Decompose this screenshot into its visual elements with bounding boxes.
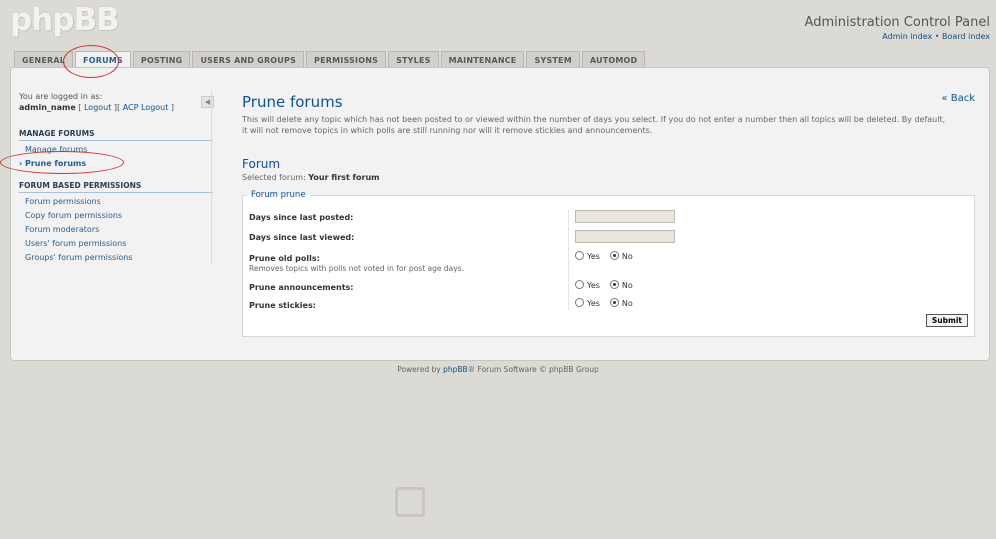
radio-selected-icon [609,298,619,307]
footer: Powered by phpBB® Forum Software © phpBB… [0,365,996,374]
prune-polls-yes[interactable]: Yes [575,251,600,261]
annotation-circle-forums-tab [63,45,119,78]
no-label: No [621,281,633,290]
no-label: No [621,252,633,261]
collapse-sidebar-icon[interactable]: ◀ [201,96,214,108]
radio-icon [575,280,584,289]
footer-copyright: ® Forum Software © phpBB Group [467,365,599,374]
yes-label: Yes [587,281,600,290]
radio-selected-icon [609,280,619,289]
prune-announcements-no[interactable]: No [609,280,633,290]
sidebar-item-forum-permissions[interactable]: Forum permissions [19,193,213,207]
days-viewed-input[interactable] [575,230,675,243]
row-prune-announcements: Prune announcements: Yes No [249,280,968,292]
radio-icon [575,298,584,307]
bullet-separator: • [934,32,940,41]
prune-polls-no[interactable]: No [609,251,633,261]
main-content: Prune forums « Back This will delete any… [242,93,975,337]
sidebar-item-users-forum-permissions[interactable]: Users' forum permissions [19,235,213,249]
yes-label: Yes [587,252,600,261]
annotation-circle-prune-forums [0,151,124,174]
forum-prune-fieldset: Forum prune Days since last posted: Days… [242,190,975,337]
days-posted-input[interactable] [575,210,675,223]
radio-selected-icon [609,251,619,260]
tab-permissions[interactable]: PERMISSIONS [306,51,387,68]
row-prune-polls: Prune old polls: Removes topics with pol… [249,251,968,273]
tab-automod[interactable]: AUTOMOD [581,51,646,68]
menu-heading-manage-forums: MANAGE FORUMS [19,129,213,141]
hostknox-badge-icon [395,487,425,517]
tab-maintenance[interactable]: MAINTENANCE [440,51,525,68]
page-description: This will delete any topic which has not… [242,115,946,135]
no-label: No [621,299,633,308]
row-days-viewed: Days since last viewed: [249,230,968,243]
main-panel: You are logged in as: admin_name [ Logou… [10,67,990,361]
yes-label: Yes [587,299,600,308]
row-days-posted: Days since last posted: [249,210,968,223]
menu-heading-forum-permissions: FORUM BASED PERMISSIONS [19,181,213,193]
prune-announcements-yes[interactable]: Yes [575,280,600,290]
phpbb-link[interactable]: phpBB [443,365,468,374]
row-prune-stickies: Prune stickies: Yes No [249,298,968,310]
sidebar-item-copy-forum-permissions[interactable]: Copy forum permissions [19,207,213,221]
tab-posting[interactable]: POSTING [132,51,191,68]
top-links: Admin index • Board index [882,32,990,41]
fieldset-legend: Forum prune [251,190,306,200]
prune-stickies-no[interactable]: No [609,298,633,308]
sidebar-item-groups-forum-permissions[interactable]: Groups' forum permissions [19,249,213,263]
page-title: Prune forums [242,93,343,111]
radio-icon [575,251,584,260]
sidebar: You are logged in as: admin_name [ Logou… [19,91,213,263]
hostknox-watermark [395,487,437,517]
tab-styles[interactable]: STYLES [388,51,439,68]
phpbb-logo: phpBB [10,2,120,38]
acp-title: Administration Control Panel [804,15,990,30]
selected-forum-label: Selected forum: [242,173,306,182]
back-link[interactable]: « Back [941,93,975,104]
logged-in-label: You are logged in as: [19,92,103,101]
prune-stickies-yes[interactable]: Yes [575,298,600,308]
submit-button[interactable]: Submit [925,314,968,327]
tab-system[interactable]: SYSTEM [526,51,580,68]
tab-users-and-groups[interactable]: USERS AND GROUPS [192,51,305,68]
admin-index-link[interactable]: Admin index [882,32,932,41]
board-index-link[interactable]: Board index [942,32,990,41]
logout-link[interactable]: Logout [84,103,111,112]
sidebar-divider [211,90,212,264]
prune-polls-hint: Removes topics with polls not voted in f… [249,264,464,273]
forum-heading: Forum [242,157,281,171]
acp-logout-link[interactable]: ACP Logout [123,103,169,112]
username: admin_name [19,103,76,112]
selected-forum-info: Selected forum: Your first forum [242,173,975,182]
login-info: You are logged in as: admin_name [ Logou… [19,91,213,113]
sidebar-item-forum-moderators[interactable]: Forum moderators [19,221,213,235]
powered-by-label: Powered by [397,365,441,374]
selected-forum-name: Your first forum [308,173,380,182]
